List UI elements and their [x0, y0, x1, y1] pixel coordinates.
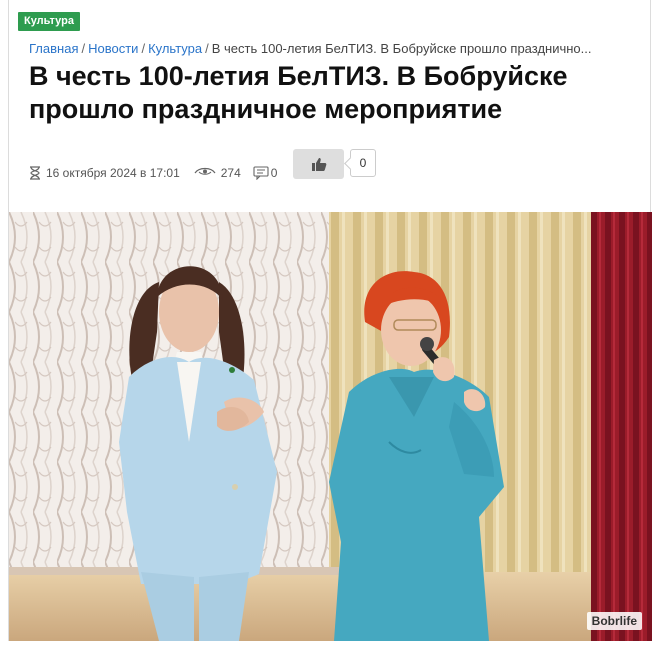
breadcrumb-separator: / — [81, 41, 86, 56]
comment-count[interactable]: 0 — [253, 166, 278, 180]
article-title: В честь 100-летия БелТИЗ. В Бобруйске пр… — [29, 61, 568, 124]
breadcrumb-home-link[interactable]: Главная — [29, 41, 78, 56]
category-badge[interactable]: Культура — [18, 12, 80, 31]
eye-icon — [194, 167, 216, 175]
publish-date: 16 октября 2024 в 17:01 — [29, 166, 180, 180]
like-button[interactable] — [293, 149, 344, 179]
like-count-text: 0 — [359, 156, 367, 170]
article-card: Культура Главная / Новости / Культура / В чест… — [8, 0, 652, 641]
hourglass-icon — [30, 166, 40, 180]
thumbs-up-icon — [311, 157, 326, 171]
comment-count-text: 0 — [270, 166, 278, 180]
article-photo: Bobrlife — [9, 212, 652, 641]
breadcrumb-separator: / — [141, 41, 146, 56]
breadcrumb-culture-link[interactable]: Культура — [148, 41, 202, 56]
view-count-text: 274 — [220, 166, 241, 180]
breadcrumb: Главная / Новости / Культура / В честь 100-лет… — [29, 41, 644, 57]
breadcrumb-news-link[interactable]: Новости — [88, 41, 138, 56]
comment-icon — [253, 166, 269, 180]
breadcrumb-current: В честь 100-летия БелТИЗ. В Бобруйске пр… — [211, 41, 592, 56]
article-meta: 16 октября 2024 в 17:01 274 0 — [29, 164, 289, 182]
view-count: 274 — [194, 166, 241, 180]
breadcrumb-separator: / — [205, 41, 209, 56]
like-count: 0 — [350, 149, 376, 177]
publish-date-text: 16 октября 2024 в 17:01 — [46, 166, 180, 180]
event-photo-illustration — [9, 212, 652, 641]
photo-watermark: Bobrlife — [586, 612, 642, 630]
